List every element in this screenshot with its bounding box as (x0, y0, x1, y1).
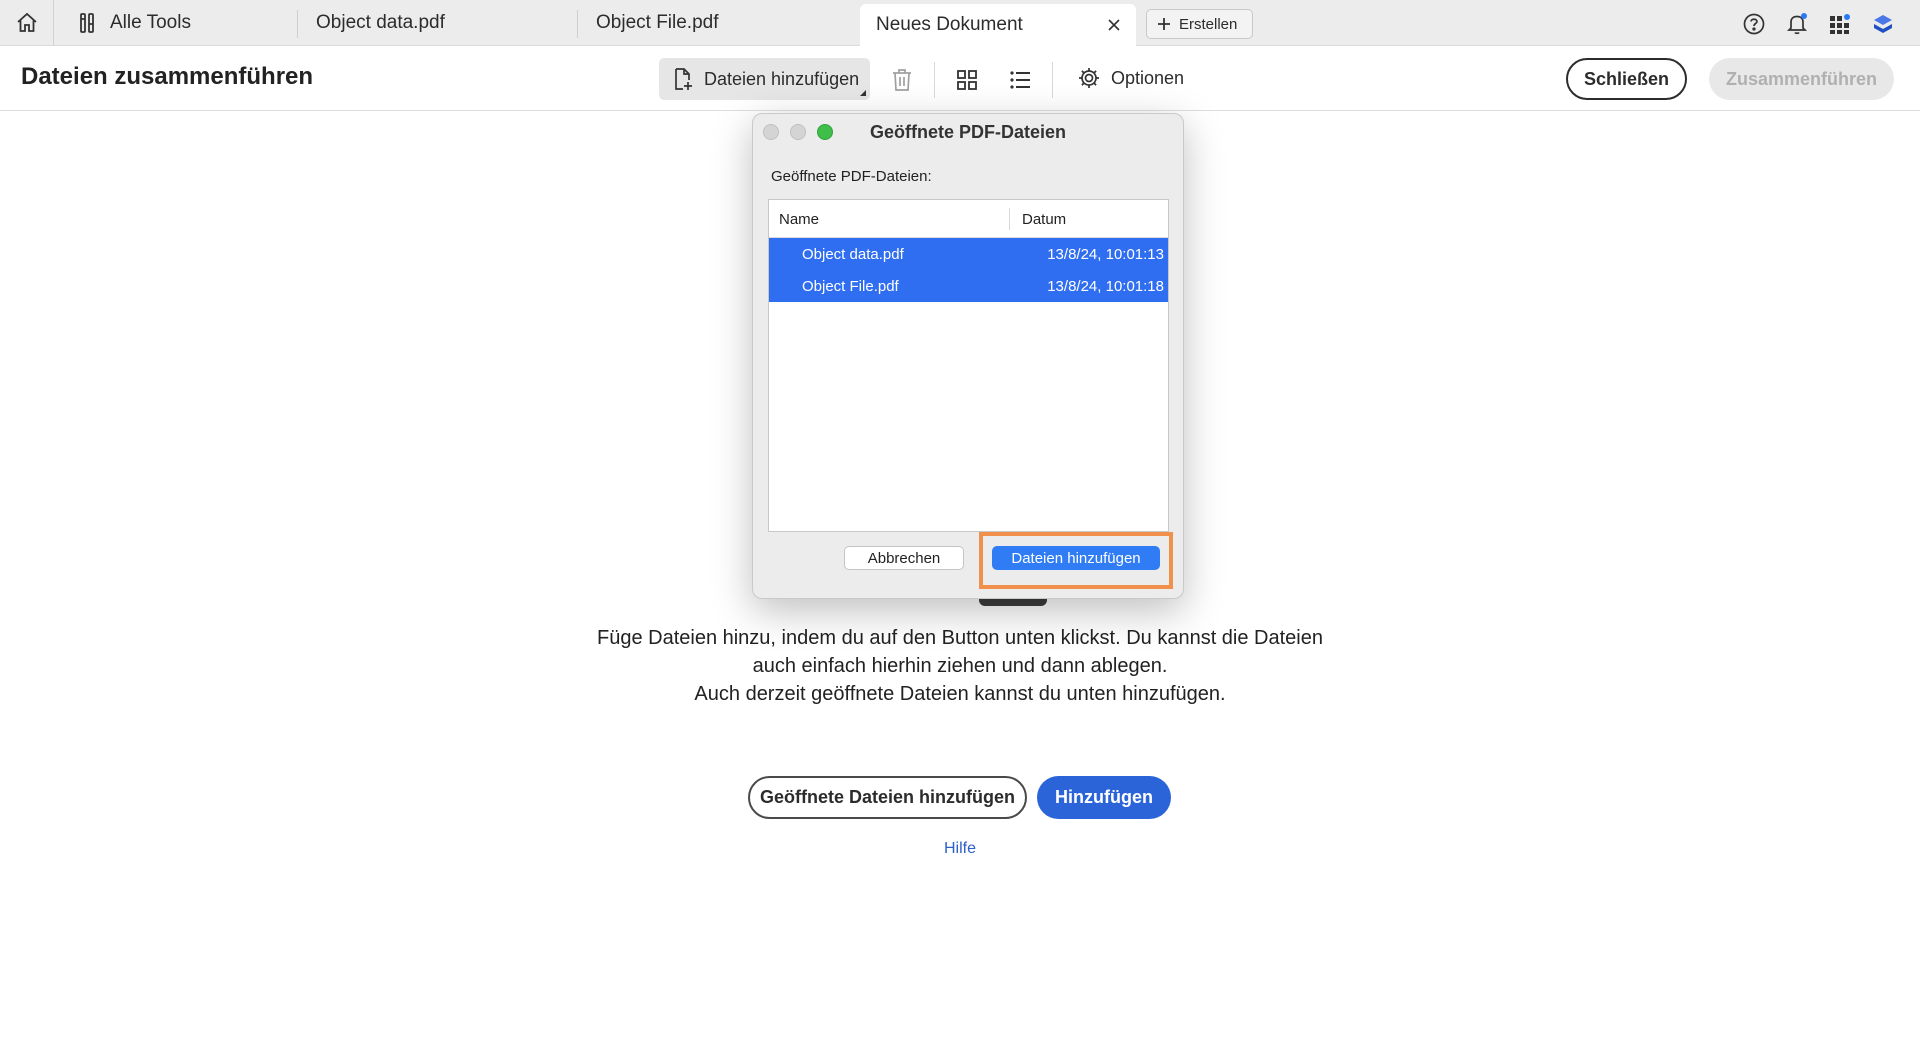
toolbar-divider (934, 62, 935, 98)
page-title: Dateien zusammenführen (21, 63, 314, 90)
toolbar: Dateien zusammenführen Dateien hinzufüge… (0, 46, 1920, 111)
tab-bar: Alle Tools Object data.pdf Object File.p… (0, 0, 1920, 46)
toolbar-divider (1052, 62, 1053, 98)
dialog-label: Geöffnete PDF-Dateien: (771, 168, 932, 185)
apps-grid-icon (1830, 14, 1850, 34)
notifications-button[interactable] (1785, 12, 1809, 36)
home-icon (16, 12, 37, 32)
create-label: Erstellen (1179, 15, 1238, 33)
grid-icon (957, 70, 977, 90)
profile-button[interactable] (1871, 12, 1895, 36)
tab-object-file[interactable]: Object File.pdf (580, 0, 856, 46)
tab-object-data[interactable]: Object data.pdf (300, 0, 576, 46)
list-icon (1010, 71, 1030, 89)
add-button[interactable]: Hinzufügen (1037, 776, 1171, 819)
add-files-button[interactable]: Dateien hinzufügen (659, 58, 870, 100)
tab-label: Object File.pdf (596, 12, 719, 33)
options-label: Optionen (1111, 67, 1185, 88)
file-date: 13/8/24, 10:01:18 (1047, 278, 1164, 295)
tab-label: Object data.pdf (316, 12, 445, 33)
tab-new-document[interactable]: Neues Dokument (860, 4, 1136, 46)
add-files-label: Dateien hinzufügen (704, 68, 860, 89)
tab-label: Alle Tools (110, 12, 191, 33)
column-date[interactable]: Datum (1022, 211, 1066, 228)
dialog-add-files-button[interactable]: Dateien hinzufügen (992, 546, 1160, 570)
instruction-line: Füge Dateien hinzu, indem du auf den But… (596, 627, 1323, 649)
list-item[interactable]: Object File.pdf 13/8/24, 10:01:18 (769, 270, 1168, 302)
close-button[interactable]: Schließen (1566, 58, 1687, 100)
dropdown-corner-icon (860, 90, 866, 96)
open-pdf-files-dialog: Geöffnete PDF-Dateien Geöffnete PDF-Date… (752, 113, 1184, 599)
tab-close-button[interactable] (1104, 15, 1124, 35)
merge-button: Zusammenführen (1709, 58, 1894, 100)
cloud-avatar-icon (1874, 15, 1892, 33)
delete-button[interactable] (889, 67, 915, 93)
file-date: 13/8/24, 10:01:13 (1047, 246, 1164, 263)
bell-icon (1786, 13, 1808, 35)
list-header: Name Datum (769, 200, 1168, 238)
instruction-line: Auch derzeit geöffnete Dateien kannst du… (694, 683, 1226, 705)
column-divider (1009, 208, 1010, 230)
dialog-title: Geöffnete PDF-Dateien (869, 122, 1067, 142)
add-file-icon (672, 67, 694, 91)
cancel-button[interactable]: Abbrechen (844, 546, 964, 570)
list-view-button[interactable] (1007, 67, 1033, 93)
help-button[interactable] (1742, 12, 1766, 36)
close-icon (1108, 19, 1120, 31)
tools-icon (78, 12, 98, 34)
tab-all-tools[interactable]: Alle Tools (56, 0, 296, 46)
create-button[interactable]: Erstellen (1146, 9, 1253, 39)
open-files-list[interactable]: Name Datum Object data.pdf 13/8/24, 10:0… (768, 199, 1169, 532)
tab-divider (577, 10, 578, 38)
help-icon (1743, 13, 1765, 35)
tab-divider (297, 10, 298, 38)
help-link[interactable]: Hilfe (930, 840, 990, 858)
trash-icon (893, 69, 911, 91)
column-name[interactable]: Name (779, 211, 819, 228)
instruction-line: auch einfach hierhin ziehen und dann abl… (752, 655, 1168, 677)
file-name: Object data.pdf (802, 246, 904, 263)
list-item[interactable]: Object data.pdf 13/8/24, 10:01:13 (769, 238, 1168, 270)
instructions-text: Füge Dateien hinzu, indem du auf den But… (480, 624, 1440, 708)
add-open-files-button[interactable]: Geöffnete Dateien hinzufügen (748, 776, 1027, 819)
apps-button[interactable] (1828, 12, 1852, 36)
file-name: Object File.pdf (802, 278, 899, 295)
options-button[interactable]: Optionen (1077, 66, 1184, 90)
plus-icon (1157, 17, 1171, 31)
home-button[interactable] (0, 0, 54, 46)
grid-view-button[interactable] (954, 67, 980, 93)
gear-icon (1077, 66, 1101, 90)
tab-label: Neues Dokument (876, 14, 1023, 35)
